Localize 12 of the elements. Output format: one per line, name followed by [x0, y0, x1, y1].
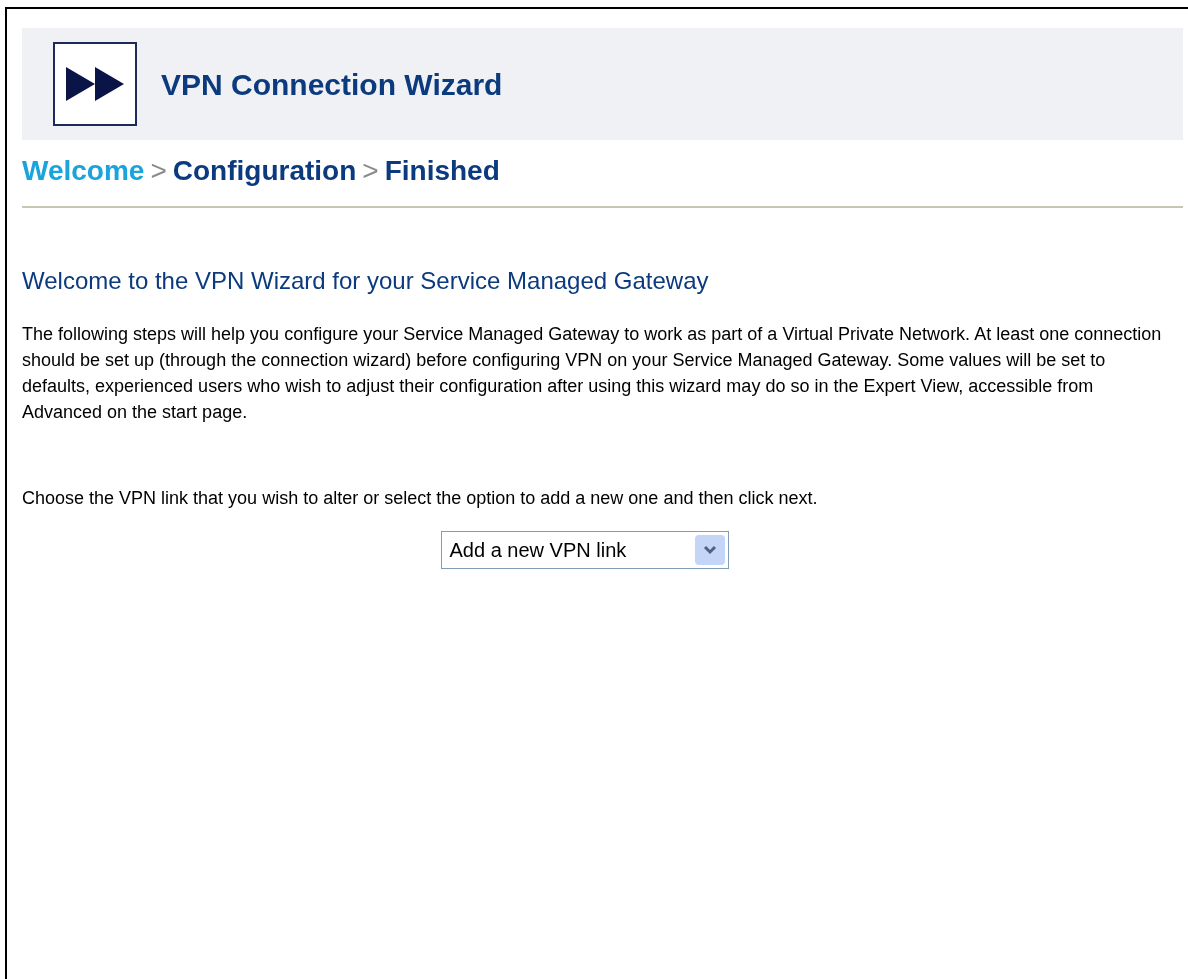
- fast-forward-icon: [53, 42, 137, 126]
- wizard-title: VPN Connection Wizard: [161, 66, 503, 103]
- breadcrumb-step: Finished: [384, 150, 500, 192]
- chevron-down-icon: [694, 535, 725, 565]
- breadcrumb-separator: >: [362, 154, 379, 188]
- instruction-paragraph: Choose the VPN link that you wish to alter or select the option to add a new one and then click next.: [22, 487, 819, 510]
- breadcrumb-separator: >: [150, 154, 167, 188]
- vpn-link-dropdown[interactable]: Add a new VPN link: [440, 531, 729, 569]
- page-heading: Welcome to the VPN Wizard for your Service Managed Gateway: [22, 266, 710, 296]
- breadcrumb-step: Welcome: [22, 150, 145, 192]
- instruction-paragraph: The following steps will help you configure your Service Managed Gateway to work as part of a Virtual Private Network. At least one connection should be set up (through the connection wizard) before configuring VPN on your Service Managed Gateway. Some values will be set to defaults, experienced users who wish to adjust their configuration after using this wizard may do so in the Expert View, accessible from Advanced on the start page.: [22, 323, 1163, 424]
- breadcrumb-step: Configuration: [172, 150, 357, 192]
